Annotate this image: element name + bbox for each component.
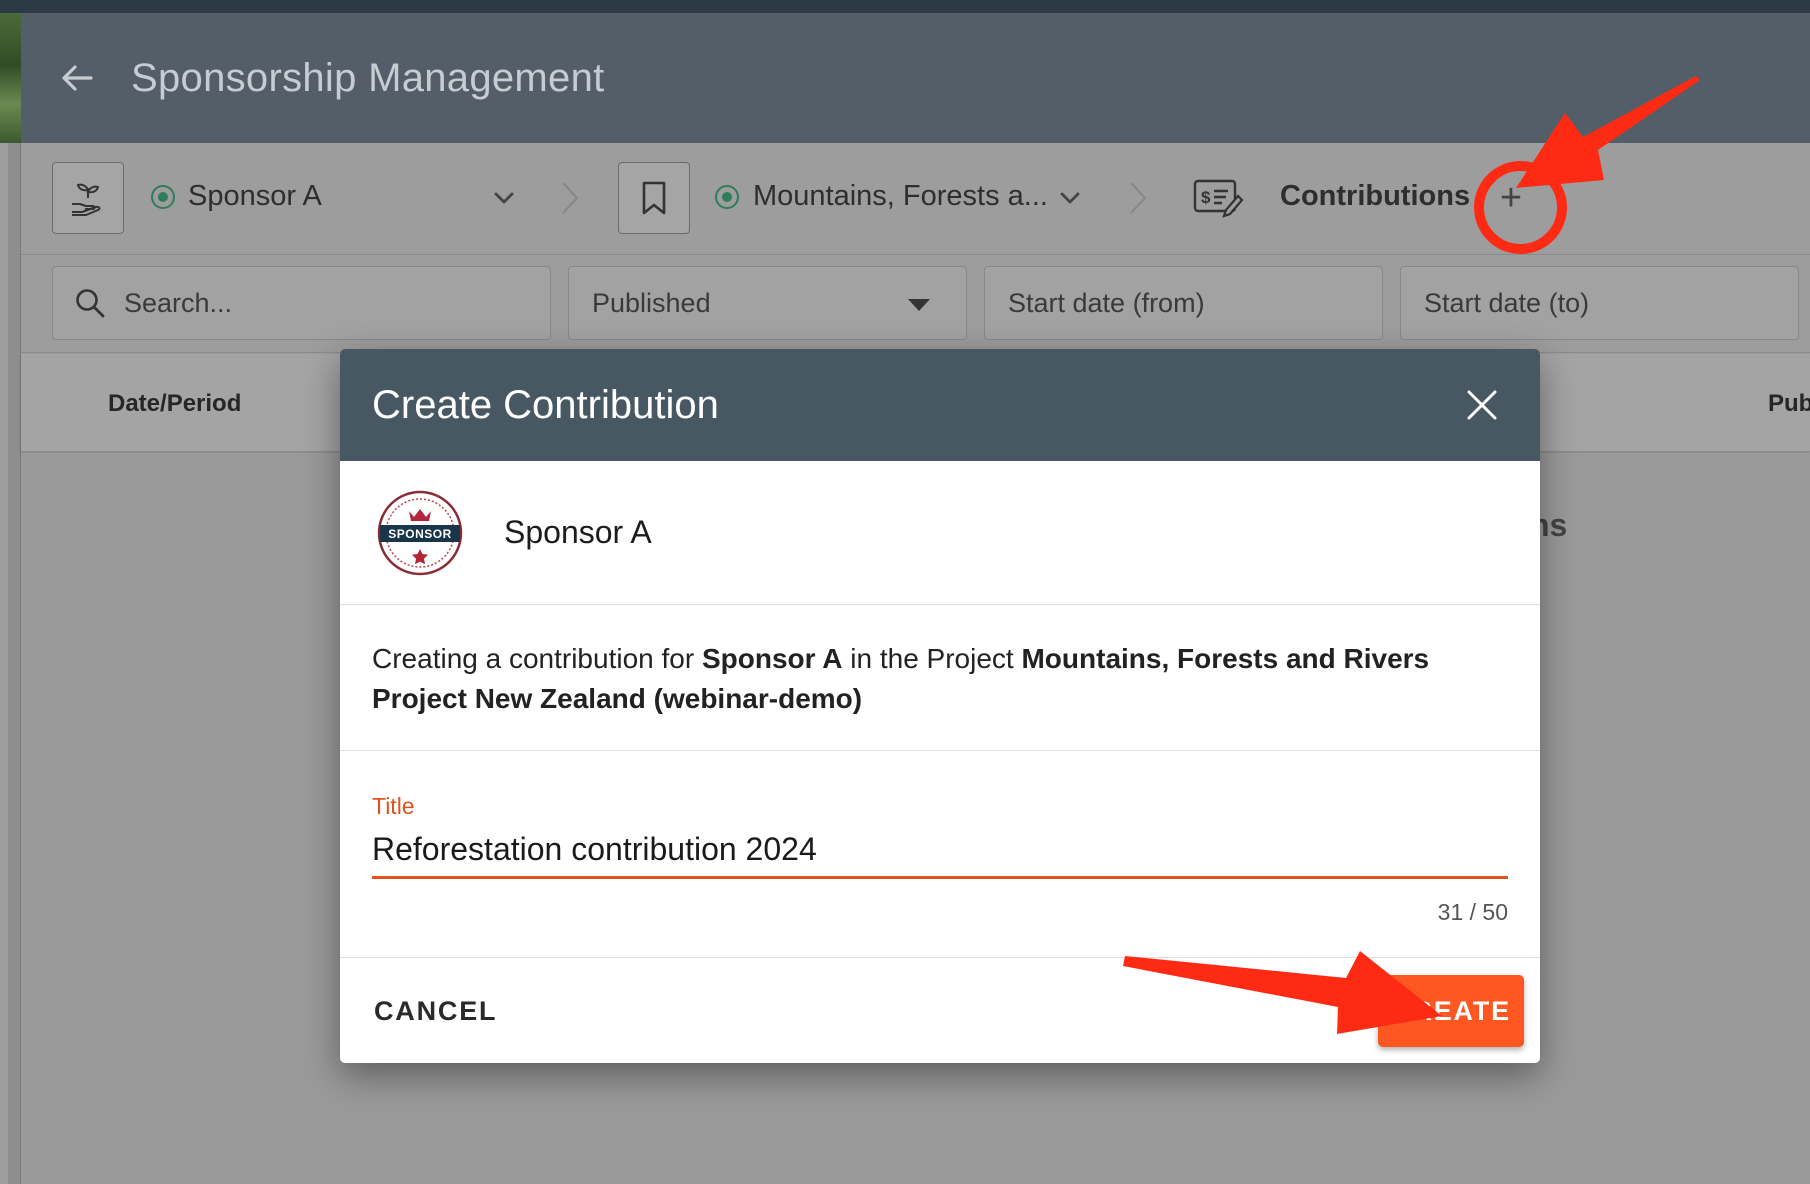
chevron-down-icon[interactable] — [489, 183, 519, 213]
caret-down-icon — [908, 299, 930, 311]
project-status-dot — [715, 185, 739, 209]
contribution-invoice-icon: $ — [1193, 179, 1244, 218]
column-header-date-period[interactable]: Date/Period — [108, 390, 241, 418]
avatar: SPONSOR — [377, 490, 463, 575]
start-date-to-input[interactable]: Start date (to) — [1400, 266, 1799, 340]
sponsor-summary: SPONSOR Sponsor A — [340, 461, 1540, 605]
dialog-actions: CANCEL CREATE — [340, 958, 1540, 1063]
start-date-from-input[interactable]: Start date (from) — [984, 266, 1383, 340]
project-bookmark-button[interactable] — [618, 162, 690, 234]
search-placeholder: Search... — [124, 287, 233, 318]
svg-text:$: $ — [1201, 188, 1211, 207]
create-contribution-dialog: Create Contribution SPONSOR Sponsor A Cr… — [340, 349, 1540, 1063]
search-icon — [76, 289, 105, 318]
character-counter: 31 / 50 — [1437, 899, 1508, 925]
filter-bar: Search... Published Start date (from) St… — [21, 256, 1810, 353]
chevron-right-icon — [1130, 182, 1147, 214]
title-input[interactable] — [372, 823, 1508, 879]
sponsor-status-dot — [151, 185, 175, 209]
create-button[interactable]: CREATE — [1378, 975, 1524, 1047]
avatar-text: SPONSOR — [388, 527, 452, 541]
bookmark-icon — [642, 181, 666, 215]
contributions-crumb-label: Contributions — [1280, 180, 1471, 212]
title-field-label: Title — [372, 793, 415, 819]
sponsor-name: Sponsor A — [504, 514, 652, 550]
breadcrumb: Sponsor A Mountains, Forests a... $ Cont… — [21, 143, 1810, 255]
plant-hand-icon — [72, 183, 101, 216]
dialog-title: Create Contribution — [372, 382, 719, 427]
left-rail — [8, 143, 21, 1184]
status-select-value: Published — [592, 287, 711, 318]
status-select[interactable]: Published — [568, 266, 967, 340]
window-top-strip — [0, 0, 1810, 13]
cancel-button[interactable]: CANCEL — [374, 996, 497, 1027]
start-date-from-placeholder: Start date (from) — [1008, 287, 1205, 318]
sponsor-type-button[interactable] — [52, 162, 124, 234]
chevron-down-icon[interactable] — [1055, 183, 1085, 213]
project-crumb-label[interactable]: Mountains, Forests a... — [753, 180, 1048, 213]
background-photo-edge — [0, 13, 21, 143]
search-input[interactable]: Search... — [52, 266, 551, 340]
chevron-right-icon — [562, 182, 579, 214]
back-arrow-icon[interactable] — [57, 58, 97, 98]
annotation-highlight-circle — [1474, 161, 1567, 254]
start-date-to-placeholder: Start date (to) — [1424, 287, 1590, 318]
column-header-published[interactable]: Pub — [1768, 390, 1810, 418]
description-middle: in the Project — [842, 643, 1022, 674]
sponsor-crumb-label[interactable]: Sponsor A — [188, 180, 322, 213]
close-icon[interactable] — [1464, 387, 1500, 423]
app-header: Sponsorship Management — [21, 13, 1810, 143]
dialog-header: Create Contribution — [340, 349, 1540, 461]
dialog-description: Creating a contribution for Sponsor A in… — [340, 605, 1540, 751]
title-field-group: Title 31 / 50 — [340, 751, 1540, 958]
page-title: Sponsorship Management — [131, 55, 605, 100]
description-prefix: Creating a contribution for — [372, 643, 702, 674]
description-sponsor: Sponsor A — [701, 643, 843, 674]
